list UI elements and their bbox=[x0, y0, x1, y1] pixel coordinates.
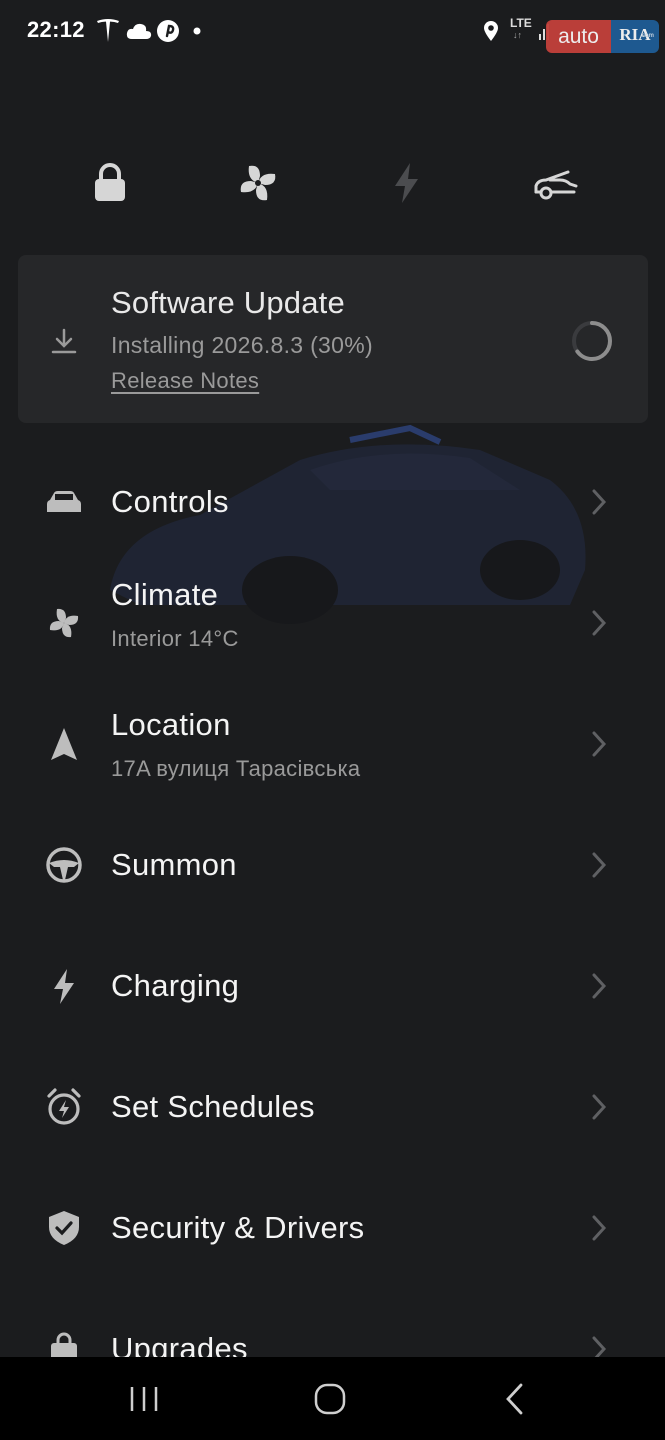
chevron-right-icon bbox=[592, 1215, 607, 1241]
location-address: 17A вулиця Тарасівська bbox=[111, 756, 361, 781]
network-type: LTE bbox=[510, 16, 532, 30]
steering-wheel-icon bbox=[46, 847, 82, 883]
charging-label: Charging bbox=[111, 968, 240, 1003]
recent-apps-icon[interactable] bbox=[124, 1379, 164, 1419]
network-activity: ↓↑ bbox=[513, 30, 522, 40]
tesla-logo-icon bbox=[97, 19, 119, 42]
menu-item-summon[interactable]: Summon bbox=[0, 815, 665, 915]
watermark-ria: RIA .com bbox=[611, 20, 659, 53]
status-bar: 22:12 LTE ↓↑ auto RIA .com bbox=[0, 0, 665, 64]
bolt-icon[interactable] bbox=[382, 158, 432, 208]
bolt-icon bbox=[54, 969, 74, 1004]
autoria-watermark: auto RIA .com bbox=[546, 20, 659, 54]
menu-item-location[interactable]: Location 17A вулиця Тарасівська bbox=[0, 694, 665, 794]
home-icon[interactable] bbox=[310, 1379, 350, 1419]
notification-dot-icon bbox=[193, 27, 201, 35]
lock-icon[interactable] bbox=[85, 158, 135, 208]
chevron-right-icon bbox=[592, 1094, 607, 1120]
location-pin-icon bbox=[484, 21, 498, 41]
back-icon[interactable] bbox=[496, 1379, 536, 1419]
software-update-title: Software Update bbox=[111, 285, 345, 320]
climate-label: Climate bbox=[111, 577, 219, 612]
menu-item-security-drivers[interactable]: Security & Drivers bbox=[0, 1178, 665, 1278]
shield-check-icon bbox=[49, 1211, 79, 1245]
set-schedules-label: Set Schedules bbox=[111, 1089, 315, 1124]
fan-icon bbox=[49, 608, 79, 638]
cloud-icon bbox=[126, 23, 152, 39]
chevron-right-icon bbox=[592, 489, 607, 515]
software-update-status: Installing 2026.8.3 (30%) bbox=[111, 332, 373, 358]
frunk-icon[interactable] bbox=[530, 158, 580, 208]
watermark-ria-com: .com bbox=[639, 33, 654, 39]
menu-item-climate[interactable]: Climate Interior 14°C bbox=[0, 573, 665, 673]
climate-interior-temp: Interior 14°C bbox=[111, 626, 239, 651]
summon-label: Summon bbox=[111, 847, 237, 882]
navigation-arrow-icon bbox=[51, 728, 77, 760]
chevron-right-icon bbox=[592, 973, 607, 999]
car-icon bbox=[47, 491, 81, 512]
system-nav-bar bbox=[0, 1357, 665, 1440]
fan-icon[interactable] bbox=[233, 158, 283, 208]
progress-spinner-icon bbox=[572, 321, 612, 361]
chevron-right-icon bbox=[592, 731, 607, 757]
alarm-clock-icon bbox=[47, 1088, 81, 1125]
pinterest-icon bbox=[157, 20, 179, 42]
chevron-right-icon bbox=[592, 610, 607, 636]
release-notes-link[interactable]: Release Notes bbox=[111, 368, 259, 394]
menu-item-charging[interactable]: Charging bbox=[0, 936, 665, 1036]
download-icon bbox=[51, 328, 77, 354]
controls-label: Controls bbox=[111, 484, 229, 519]
location-label: Location bbox=[111, 707, 231, 742]
menu-item-controls[interactable]: Controls bbox=[0, 452, 665, 552]
security-drivers-label: Security & Drivers bbox=[111, 1210, 365, 1245]
menu-item-set-schedules[interactable]: Set Schedules bbox=[0, 1057, 665, 1157]
watermark-auto: auto bbox=[546, 20, 611, 53]
software-update-card[interactable]: Software Update Installing 2026.8.3 (30%… bbox=[18, 255, 648, 423]
chevron-right-icon bbox=[592, 852, 607, 878]
clock: 22:12 bbox=[27, 17, 85, 42]
